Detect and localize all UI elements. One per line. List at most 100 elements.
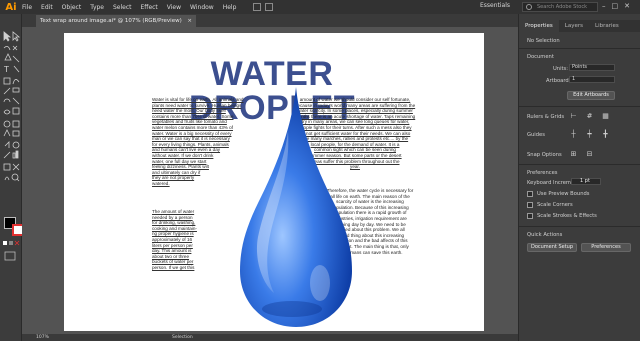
eraser-tool-icon [12,87,20,93]
transparency-grid-icon[interactable]: ▦ [601,112,610,121]
text-column-left-top[interactable]: Water is vital for life on earth. All an… [152,97,250,187]
scale-strokes-label: Scale Strokes & Effects [537,213,597,219]
selection-tool-icon [3,31,12,42]
gradient-mode-icon [9,241,13,245]
drawing-mode-icon [4,251,16,261]
document-tab-title: Text wrap around image.ai* @ 107% (RGB/P… [40,18,182,24]
menu-effect[interactable]: Effect [141,4,158,11]
tools-panel: T [0,14,24,341]
document-tab-bar: Text wrap around image.ai* @ 107% (RGB/P… [22,14,518,27]
search-icon [526,4,532,10]
preferences-button[interactable]: Preferences [581,243,631,252]
units-label: Units: [553,66,569,72]
symbol-sprayer-tool-icon [3,151,11,159]
artboard-select[interactable]: 1 [569,76,615,83]
grid-icon[interactable]: # [585,112,594,121]
minimize-button[interactable]: – [602,2,606,10]
divider [519,164,640,165]
text-column-left-bottom[interactable]: The amount of water needed by a person f… [152,209,212,271]
canvas-area[interactable]: WATER DROPLET Water is vital for life on… [22,27,518,334]
color-mode-icon [3,241,7,245]
artboard[interactable]: WATER DROPLET Water is vital for life on… [64,33,484,331]
menu-bar: Ai File Edit Object Type Select Effect V… [0,0,640,14]
quick-actions-heading: Quick Actions [527,232,563,238]
artboard-label: Artboard: [546,78,571,84]
workspace-switcher[interactable]: Essentials [480,2,510,9]
window-controls: – □ ✕ [602,2,630,10]
curvature-tool-icon [12,55,20,63]
line-tool-icon [13,65,20,73]
snap-to-grid-icon[interactable]: ⊟ [585,150,594,159]
search-placeholder: Search Adobe Stock [537,4,588,10]
snap-options-label: Snap Options [527,152,562,158]
column-graph-tool-icon [12,152,16,159]
menu-file[interactable]: File [22,4,32,11]
document-heading: Document [527,54,554,60]
tool-icons: T [3,31,21,182]
scale-strokes-checkbox[interactable] [527,213,533,219]
color-mode-icons [3,240,20,261]
scale-tool-icon [12,97,20,105]
shape-builder-tool-icon [3,120,11,128]
divider [519,48,640,49]
arrange-documents-icon[interactable] [265,3,274,11]
direct-selection-tool-icon [12,31,21,42]
menu-object[interactable]: Object [62,4,82,11]
preferences-heading: Preferences [527,170,558,176]
slice-tool-icon [12,163,20,171]
water-droplet-image[interactable] [240,87,352,329]
pencil-tool-icon [3,87,11,95]
tab-properties[interactable]: Properties [519,20,559,32]
guides-label: Guides [527,132,545,138]
rectangle-tool-icon [3,77,11,85]
use-preview-bounds-label: Use Preview Bounds [537,191,590,197]
hand-tool-icon [4,176,10,181]
edit-artboards-button[interactable]: Edit Artboards [567,91,615,100]
artboard-tool-icon [3,163,11,171]
use-preview-bounds-checkbox[interactable] [527,191,533,197]
scale-corners-checkbox[interactable] [527,202,533,208]
paintbrush-tool-icon [12,79,20,85]
units-value: Points [572,64,588,70]
bridge-icon[interactable] [253,3,262,11]
menu-type[interactable]: Type [90,4,104,11]
gradient-tool-icon [12,130,20,137]
status-tool-mode[interactable]: Selection [172,334,193,341]
pen-tool-icon [4,53,12,61]
status-bar: 107% Selection [22,334,518,341]
tab-libraries[interactable]: Libraries [589,20,625,32]
zoom-level[interactable]: 107% [36,334,49,341]
keyboard-increment-field[interactable]: 1 pt [571,178,601,185]
type-tool-icon: T [3,65,9,74]
menu-view[interactable]: View [167,4,181,11]
document-setup-button[interactable]: Document Setup [527,243,577,252]
eyedropper-tool-icon [4,141,10,148]
maximize-button[interactable]: □ [612,2,619,10]
rotate-tool-icon [3,98,11,103]
lock-guides-icon[interactable]: ┿ [585,130,594,139]
panel-tabs: Properties Layers Libraries [519,20,640,32]
free-transform-tool-icon [12,107,20,115]
close-window-button[interactable]: ✕ [624,2,630,10]
width-tool-icon [3,109,11,115]
perspective-grid-tool-icon [12,120,20,128]
none-mode-icon [14,240,20,246]
scale-corners-label: Scale Corners [537,202,573,208]
keyboard-increment-value: 1 pt [580,178,590,184]
stock-search-input[interactable]: Search Adobe Stock [522,2,598,12]
menu-window[interactable]: Window [190,4,214,11]
menu-help[interactable]: Help [223,4,237,11]
show-guides-icon[interactable]: ┼ [569,130,578,139]
units-select[interactable]: Points [569,64,615,71]
close-tab-icon[interactable]: × [187,15,192,27]
ruler-icon[interactable]: ⊢ [569,112,578,121]
snap-to-point-icon[interactable]: ⊞ [569,150,578,159]
divider [519,106,640,107]
menu-edit[interactable]: Edit [41,4,53,11]
smart-guides-icon[interactable]: ╋ [601,130,610,139]
document-tab[interactable]: Text wrap around image.ai* @ 107% (RGB/P… [36,15,196,27]
mesh-tool-icon [3,129,11,137]
menu-select[interactable]: Select [113,4,132,11]
magic-wand-tool-icon [3,46,11,51]
tab-layers[interactable]: Layers [559,20,589,32]
